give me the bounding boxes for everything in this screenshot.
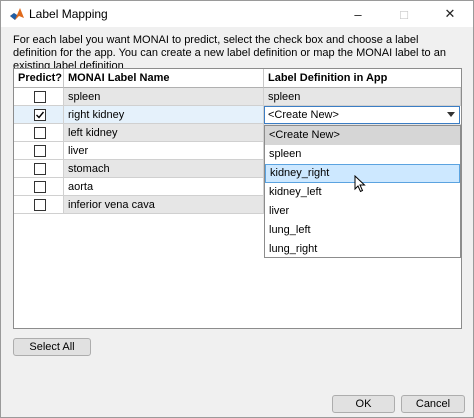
header-monai-label-name: MONAI Label Name bbox=[64, 69, 264, 88]
option-lung-left[interactable]: lung_left bbox=[265, 221, 460, 240]
predict-cell[interactable] bbox=[14, 142, 64, 160]
ok-button[interactable]: OK bbox=[332, 395, 395, 413]
predict-cell[interactable] bbox=[14, 196, 64, 214]
predict-checkbox-checked[interactable] bbox=[34, 109, 46, 121]
monai-label-name: left kidney bbox=[64, 124, 264, 142]
monai-label-name: aorta bbox=[64, 178, 264, 196]
monai-label-name: right kidney bbox=[64, 106, 264, 124]
predict-cell[interactable] bbox=[14, 106, 64, 124]
monai-label-name: inferior vena cava bbox=[64, 196, 264, 214]
predict-cell[interactable] bbox=[14, 124, 64, 142]
option-lung-right[interactable]: lung_right bbox=[265, 240, 460, 259]
title-bar: Label Mapping – □ ✕ bbox=[1, 1, 473, 27]
predict-checkbox[interactable] bbox=[34, 91, 46, 103]
checkmark-icon bbox=[36, 111, 45, 119]
minimize-icon: – bbox=[354, 6, 362, 22]
label-definition[interactable]: spleen bbox=[264, 88, 461, 106]
monai-label-name: stomach bbox=[64, 160, 264, 178]
close-button[interactable]: ✕ bbox=[427, 1, 473, 27]
dropdown-value: <Create New> bbox=[268, 109, 339, 121]
option-liver[interactable]: liver bbox=[265, 202, 460, 221]
predict-cell[interactable] bbox=[14, 88, 64, 106]
cancel-button[interactable]: Cancel bbox=[401, 395, 465, 413]
mouse-cursor-icon bbox=[354, 175, 366, 193]
predict-checkbox[interactable] bbox=[34, 163, 46, 175]
header-predict: Predict? bbox=[14, 69, 64, 88]
monai-label-name: spleen bbox=[64, 88, 264, 106]
predict-checkbox[interactable] bbox=[34, 145, 46, 157]
option-spleen[interactable]: spleen bbox=[265, 145, 460, 164]
label-mapping-dialog: Label Mapping – □ ✕ For each label you w… bbox=[0, 0, 474, 418]
matlab-app-icon bbox=[9, 6, 25, 22]
predict-checkbox[interactable] bbox=[34, 199, 46, 211]
predict-cell[interactable] bbox=[14, 160, 64, 178]
predict-cell[interactable] bbox=[14, 178, 64, 196]
select-all-button[interactable]: Select All bbox=[13, 338, 91, 356]
window-title: Label Mapping bbox=[29, 7, 108, 21]
monai-label-name: liver bbox=[64, 142, 264, 160]
label-definition-dropdown[interactable]: <Create New> bbox=[264, 106, 460, 124]
header-label-definition: Label Definition in App bbox=[264, 69, 461, 88]
table-row[interactable]: spleen spleen bbox=[14, 88, 461, 106]
option-create-new[interactable]: <Create New> bbox=[265, 126, 460, 145]
maximize-button[interactable]: □ bbox=[381, 1, 427, 27]
table-row[interactable]: right kidney <Create New> bbox=[14, 106, 461, 124]
maximize-icon: □ bbox=[400, 6, 408, 22]
chevron-down-icon bbox=[447, 112, 455, 117]
predict-checkbox[interactable] bbox=[34, 181, 46, 193]
minimize-button[interactable]: – bbox=[335, 1, 381, 27]
predict-checkbox[interactable] bbox=[34, 127, 46, 139]
close-icon: ✕ bbox=[444, 6, 456, 21]
